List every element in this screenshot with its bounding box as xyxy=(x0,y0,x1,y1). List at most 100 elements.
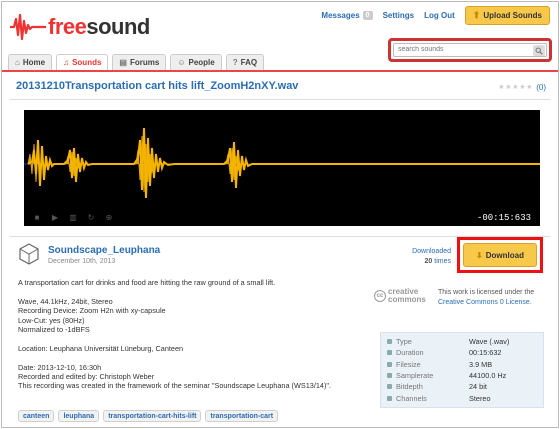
rating-count: (0) xyxy=(536,83,546,92)
search-highlight xyxy=(388,38,552,62)
zoom-icon[interactable]: ⊕ xyxy=(102,213,116,223)
tab-forums-label: Forums xyxy=(129,58,160,67)
star-icon[interactable]: ★ xyxy=(505,84,512,91)
description-paragraph: Date: 2013-12-10, 16:30h Recorded and ed… xyxy=(18,362,332,391)
description-paragraph: Location: Leuphana Universität Lüneburg,… xyxy=(18,343,184,353)
messages-count-badge: 0 xyxy=(362,11,373,20)
logo-free-text: free xyxy=(48,14,87,39)
player-controls: ■ ▶ ▥ ↻ ⊕ xyxy=(30,213,120,223)
search-button[interactable] xyxy=(533,45,545,56)
meta-row-samplerate: Samplerate 44100.0 Hz xyxy=(387,370,537,381)
cc-icon: cc xyxy=(374,290,386,302)
messages-link[interactable]: Messages 0 xyxy=(321,11,373,20)
cc-wordmark-line2: commons xyxy=(388,295,426,304)
upload-arrow-icon: ⬆ xyxy=(472,10,481,20)
upload-date: December 10th, 2013 xyxy=(48,258,116,265)
search-icon xyxy=(535,47,543,55)
tab-forums[interactable]: ▤ Forums xyxy=(112,54,167,70)
tab-sounds[interactable]: ♫ Sounds xyxy=(56,54,109,70)
bullet-icon xyxy=(387,373,392,379)
star-icon[interactable]: ★ xyxy=(519,84,526,91)
rating-stars[interactable]: ★ ★ ★ ★ ★ (0) xyxy=(498,83,546,92)
downloaded-suffix: times xyxy=(434,258,451,265)
tab-people[interactable]: ☺ People xyxy=(170,54,222,70)
tab-faq-label: FAQ xyxy=(240,58,258,67)
tag-link[interactable]: transportation-cart xyxy=(205,410,279,422)
bullet-icon xyxy=(387,384,392,390)
meta-row-duration: Duration 00:15:632 xyxy=(387,347,537,358)
download-arrow-icon: ⬇ xyxy=(476,250,483,260)
search-input[interactable] xyxy=(398,46,518,53)
avatar[interactable] xyxy=(18,243,40,265)
logout-link[interactable]: Log Out xyxy=(424,11,455,20)
sound-title[interactable]: 20131210Transportation cart hits lift_Zo… xyxy=(16,80,298,92)
meta-value: Wave (.wav) xyxy=(469,337,510,347)
upload-sounds-button[interactable]: ⬆ Upload Sounds xyxy=(464,6,550,25)
meta-row-filesize: Filesize 3.9 MB xyxy=(387,359,537,370)
downloaded-label: Downloaded xyxy=(412,248,451,255)
creative-commons-logo: cc creative commons xyxy=(374,288,426,304)
top-links: Messages 0 Settings Log Out ⬆ Upload Sound… xyxy=(311,6,550,25)
author-username[interactable]: Soundscape_Leuphana xyxy=(48,245,160,256)
tag-list: canteen leuphana transportation-cart-hit… xyxy=(18,410,282,422)
cc-wordmark: creative commons xyxy=(388,288,426,304)
tag-link[interactable]: leuphana xyxy=(58,410,100,422)
meta-key: Duration xyxy=(396,348,424,358)
meta-key: Type xyxy=(396,337,412,347)
waveform-logo-icon xyxy=(10,13,46,41)
tab-people-label: People xyxy=(188,58,215,67)
license-link[interactable]: Creative Commons 0 License xyxy=(438,299,530,306)
download-highlight: ⬇ Download xyxy=(457,237,543,273)
search-box xyxy=(393,43,547,57)
sound-page: 20131210Transportation cart hits lift_Zo… xyxy=(10,74,550,426)
download-count[interactable]: Downloaded 20 times xyxy=(405,247,451,267)
home-icon: ⌂ xyxy=(15,58,20,67)
browser-frame: freesound Messages 0 Settings Log Out ⬆ Up… xyxy=(1,1,559,428)
meta-value: 3.9 MB xyxy=(469,359,493,369)
description-paragraph: Wave, 44.1kHz, 24bit, Stereo Recording D… xyxy=(18,296,166,335)
description-paragraph: A transportation cart for drinks and foo… xyxy=(18,278,276,287)
play-icon[interactable]: ▶ xyxy=(48,213,62,223)
bullet-icon xyxy=(387,350,392,356)
spectrogram-icon[interactable]: ▥ xyxy=(66,213,80,223)
site-header: freesound Messages 0 Settings Log Out ⬆ Up… xyxy=(2,2,558,72)
license-suffix: . xyxy=(529,298,532,306)
chat-icon: ▤ xyxy=(119,58,127,67)
freesound-logo[interactable]: freesound xyxy=(10,10,150,44)
meta-row-channels: Channels Stereo xyxy=(387,392,537,403)
tag-link[interactable]: transportation-cart-hits-lift xyxy=(103,410,202,422)
header-divider xyxy=(2,70,558,72)
tab-faq[interactable]: ? FAQ xyxy=(225,54,265,70)
star-icon[interactable]: ★ xyxy=(512,84,519,91)
meta-key: Bitdepth xyxy=(396,382,423,392)
bullet-icon xyxy=(387,339,392,345)
tab-home[interactable]: ⌂ Home xyxy=(8,54,53,70)
download-button[interactable]: ⬇ Download xyxy=(463,243,537,267)
meta-row-type: Type Wave (.wav) xyxy=(387,336,537,347)
tag-link[interactable]: canteen xyxy=(18,410,55,422)
logo-sound-text: sound xyxy=(86,14,150,39)
stop-icon[interactable]: ■ xyxy=(30,213,44,223)
headphones-icon: ♫ xyxy=(63,58,70,67)
meta-value: 24 bit xyxy=(469,382,487,392)
download-label: Download xyxy=(485,250,524,260)
loop-icon[interactable]: ↻ xyxy=(84,213,98,223)
star-icon[interactable]: ★ xyxy=(526,84,533,91)
license-prefix: This work is licensed under the xyxy=(438,289,535,296)
player-time: -00:15:633 xyxy=(473,212,534,224)
main-nav: ⌂ Home ♫ Sounds ▤ Forums ☺ People ? FAQ xyxy=(8,54,268,70)
tab-sounds-label: Sounds xyxy=(72,58,102,67)
bullet-icon xyxy=(387,361,392,367)
file-metadata: Type Wave (.wav) Duration 00:15:632 Filesi… xyxy=(380,332,544,408)
meta-value: 44100.0 Hz xyxy=(469,371,507,381)
tab-home-label: Home xyxy=(22,58,46,67)
sound-description: A transportation cart for drinks and foo… xyxy=(18,278,358,400)
meta-value: 00:15:632 xyxy=(469,348,502,358)
help-icon: ? xyxy=(232,58,238,67)
audio-player[interactable]: ■ ▶ ▥ ↻ ⊕ -00:15:633 xyxy=(24,110,540,226)
settings-link[interactable]: Settings xyxy=(383,11,415,20)
meta-key: Filesize xyxy=(396,359,421,369)
star-icon[interactable]: ★ xyxy=(498,84,505,91)
waveform-display[interactable] xyxy=(24,110,540,226)
people-icon: ☺ xyxy=(177,58,186,67)
